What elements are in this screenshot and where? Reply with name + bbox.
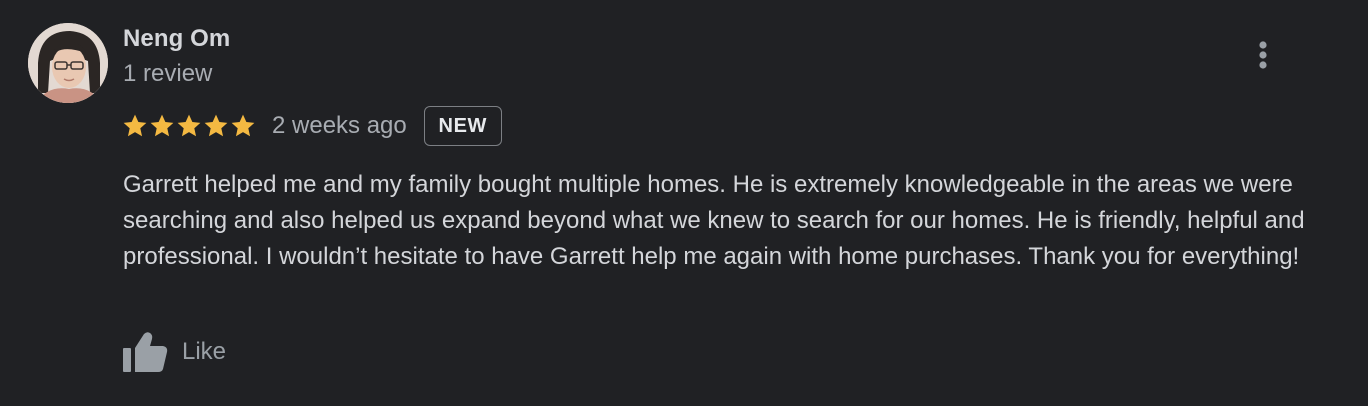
user-avatar-photo-icon — [28, 23, 108, 103]
more-vert-icon — [1259, 41, 1267, 69]
review-time: 2 weeks ago — [272, 112, 407, 139]
author-avatar[interactable] — [28, 23, 108, 103]
rating-row: 2 weeks ago NEW — [122, 104, 502, 148]
like-button[interactable]: Like — [122, 330, 226, 374]
star-icon — [150, 114, 174, 137]
star-icon — [231, 114, 255, 137]
new-badge: NEW — [423, 106, 502, 146]
review-text: Garrett helped me and my family bought m… — [123, 171, 1305, 270]
author-name[interactable]: Neng Om — [123, 25, 230, 53]
thumbs-up-icon — [123, 332, 168, 372]
like-label: Like — [182, 338, 227, 365]
star-rating — [122, 113, 256, 139]
star-icon — [204, 114, 228, 137]
more-options-button[interactable] — [1246, 38, 1280, 72]
star-icon — [123, 114, 147, 137]
author-review-count: 1 review — [123, 60, 213, 87]
star-icon — [177, 114, 201, 137]
